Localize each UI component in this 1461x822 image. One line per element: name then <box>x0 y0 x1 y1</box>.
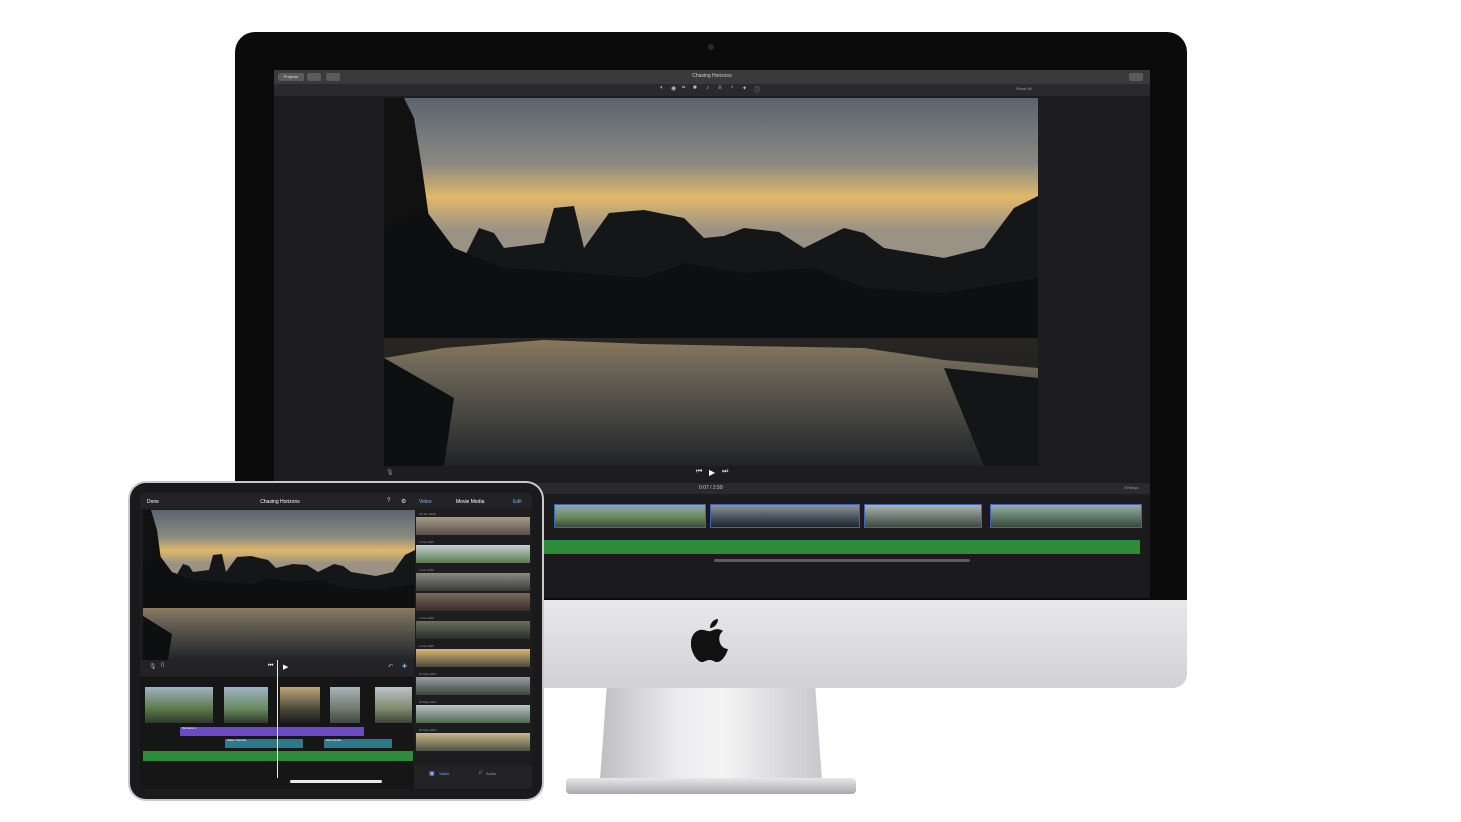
date-header: 4 Jun 2016 <box>419 568 434 572</box>
color-correction-icon[interactable]: ◉ <box>671 85 676 92</box>
tab-audio[interactable]: Audio <box>486 771 496 776</box>
background-music-track[interactable] <box>143 751 413 761</box>
date-header: 18 Jun 2016 <box>419 512 436 516</box>
timeline-scrollbar[interactable] <box>714 559 970 562</box>
video-viewer <box>384 98 1038 466</box>
media-thumbnail-row[interactable] <box>416 545 530 563</box>
imac-foot <box>566 778 856 794</box>
microphone-icon[interactable]: 🎙 <box>149 663 157 670</box>
apple-logo-icon <box>691 619 728 663</box>
speed-icon[interactable]: ◔ <box>730 85 734 91</box>
tab-video[interactable]: Video <box>439 771 449 776</box>
skip-back-icon[interactable]: ⏮ <box>696 468 702 476</box>
date-header: 31 May 2016 <box>419 672 437 676</box>
crop-icon[interactable]: ⌗ <box>682 85 685 92</box>
audio-track-wind[interactable]: Wind Audio <box>324 739 392 748</box>
audio-track-water[interactable]: Water Sounds <box>225 739 303 748</box>
undo-icon[interactable]: ↶ <box>388 663 393 670</box>
filter-icon[interactable]: ✦ <box>742 85 747 92</box>
settings-icon[interactable]: ⚙ <box>401 498 406 505</box>
camera-icon <box>708 44 714 50</box>
reset-all-button[interactable]: Reset All <box>1016 86 1032 91</box>
date-header: 29 May 2016 <box>419 728 437 732</box>
media-thumbnail-row[interactable] <box>416 733 530 751</box>
ipad-screen: Done Chasing Horizons ? ⚙ 🎙 ⌷ ⏮ ▶ ↶ ✚ Na… <box>140 493 532 789</box>
play-icon[interactable]: ▶ <box>709 468 715 477</box>
back-to-video-button[interactable]: Video <box>419 499 432 505</box>
stabilization-icon[interactable]: ■ <box>693 85 697 91</box>
project-title: Chasing Horizons <box>692 73 732 79</box>
media-thumbnail-row[interactable] <box>416 705 530 723</box>
edit-button[interactable]: Edit <box>513 499 522 505</box>
timeline-clip[interactable] <box>145 687 213 723</box>
timeline-clip[interactable] <box>990 504 1142 528</box>
info-icon[interactable]: ⓘ <box>754 85 760 94</box>
microphone-icon[interactable]: 🎙 <box>386 469 394 476</box>
sunset-lake-frame <box>143 510 415 660</box>
media-thumbnail-row[interactable] <box>416 593 530 611</box>
timeline-clip[interactable] <box>224 687 268 723</box>
date-header: 2 Jun 2016 <box>419 644 434 648</box>
timeline-clip[interactable] <box>710 504 860 528</box>
media-thumbnail-row[interactable] <box>416 621 530 639</box>
browser-title: Movie Media <box>456 499 485 505</box>
timeline-clip[interactable] <box>864 504 982 528</box>
sunset-lake-frame <box>384 98 1038 466</box>
timeline-settings-button[interactable]: Settings <box>1124 485 1138 490</box>
browser-tabbar <box>415 765 532 789</box>
timeline-clip[interactable] <box>330 687 360 723</box>
timeline-clip[interactable] <box>554 504 706 528</box>
help-icon[interactable]: ? <box>387 498 390 504</box>
media-thumbnail-row[interactable] <box>416 649 530 667</box>
media-thumbnail-row[interactable] <box>416 677 530 695</box>
audio-tab-icon[interactable]: ♫ <box>478 770 483 776</box>
project-title: Chasing Horizons <box>260 499 300 505</box>
media-thumbnail-row[interactable] <box>416 573 530 591</box>
home-indicator <box>290 780 382 783</box>
imac-stand <box>600 688 822 780</box>
timeline-clip[interactable] <box>280 687 320 723</box>
timeline-clip[interactable] <box>375 687 412 723</box>
volume-icon[interactable]: ♪ <box>706 85 709 91</box>
skip-forward-icon[interactable]: ⏭ <box>722 468 728 476</box>
add-icon[interactable]: ✚ <box>402 663 407 670</box>
timecode: 0:07 / 2:59 <box>699 485 723 491</box>
date-header: 5 Jun 2016 <box>419 540 434 544</box>
play-icon[interactable]: ▶ <box>283 663 288 671</box>
noise-reduction-icon[interactable]: ≡ <box>718 85 722 91</box>
playhead[interactable] <box>277 660 278 778</box>
ipad-video-viewer <box>143 510 415 660</box>
done-button[interactable]: Done <box>147 499 159 505</box>
media-thumbnail-row[interactable] <box>416 517 530 535</box>
date-header: 30 May 2016 <box>419 700 437 704</box>
audio-track[interactable] <box>540 540 1140 554</box>
color-balance-icon[interactable]: ◐ <box>660 85 664 91</box>
camera-icon[interactable]: ⌷ <box>161 663 165 670</box>
audio-track-narration[interactable]: Narration 1 <box>180 727 364 736</box>
skip-back-icon[interactable]: ⏮ <box>268 663 273 670</box>
video-tab-icon[interactable]: ▣ <box>429 770 435 777</box>
date-header: 3 Jun 2016 <box>419 616 434 620</box>
